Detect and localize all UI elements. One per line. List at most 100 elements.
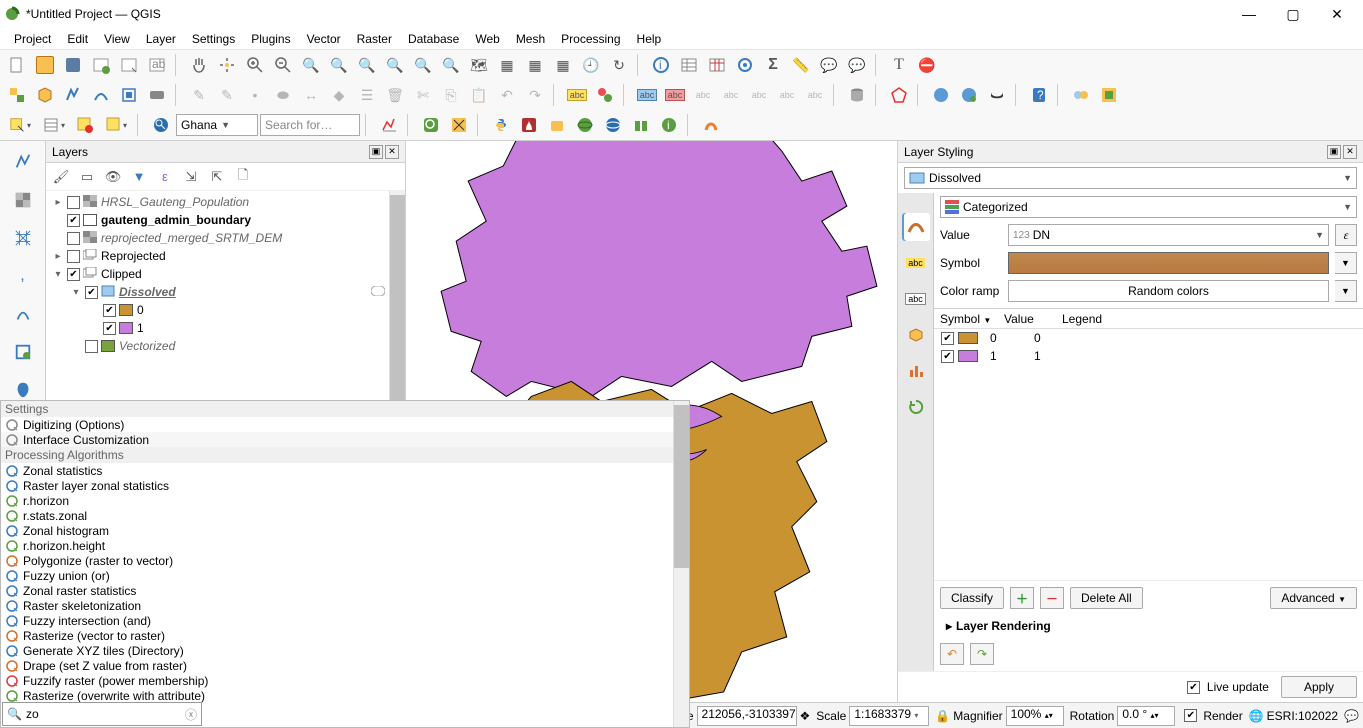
copy-icon[interactable]: ⎘: [438, 82, 464, 108]
paste-icon[interactable]: 📋: [466, 82, 492, 108]
menu-project[interactable]: Project: [6, 30, 59, 48]
crs-button[interactable]: 🌐 ESRI:102022: [1249, 709, 1338, 723]
menu-settings[interactable]: Settings: [184, 30, 243, 48]
label-props-icon[interactable]: abc: [802, 82, 828, 108]
globe-blue-icon[interactable]: [600, 112, 626, 138]
category-swatch-icon[interactable]: [958, 350, 978, 362]
country-combo[interactable]: Ghana▼: [176, 114, 258, 136]
new-shapefile-icon[interactable]: [60, 82, 86, 108]
styling-close-icon[interactable]: ✕: [1343, 145, 1357, 159]
orfeo-icon[interactable]: [544, 112, 570, 138]
modify-attrs-icon[interactable]: ☰: [354, 82, 380, 108]
add-mesh-icon[interactable]: [8, 223, 38, 253]
new-spatialite-icon[interactable]: [88, 82, 114, 108]
identify-plus-icon[interactable]: i: [656, 112, 682, 138]
3d-tab-icon[interactable]: [902, 321, 930, 349]
locator-result[interactable]: Raster skeletonization: [1, 598, 689, 613]
menu-layer[interactable]: Layer: [138, 30, 184, 48]
statistics-icon[interactable]: Σ: [760, 52, 786, 78]
category-row[interactable]: ✔00: [934, 329, 1363, 347]
locator-result[interactable]: Zonal statistics: [1, 463, 689, 478]
field-calc-icon[interactable]: [704, 52, 730, 78]
layer-tree-item[interactable]: reprojected_merged_SRTM_DEM: [46, 229, 405, 247]
layers-style-icon[interactable]: 🖌: [50, 166, 72, 188]
lock-icon[interactable]: 🔒: [935, 709, 950, 723]
topology-checker-icon[interactable]: [886, 82, 912, 108]
history-tab-icon[interactable]: [902, 393, 930, 421]
temporal-controller-icon[interactable]: 🕘: [578, 52, 604, 78]
rotation-input[interactable]: 0.0 ° ▴▾: [1117, 706, 1175, 726]
open-project-icon[interactable]: [32, 52, 58, 78]
style-manager-icon[interactable]: ab: [144, 52, 170, 78]
symbology-tab-icon[interactable]: [902, 213, 930, 241]
visibility-checkbox[interactable]: ✔: [103, 322, 116, 335]
save-project-icon[interactable]: [60, 52, 86, 78]
locator-result[interactable]: Drape (set Z value from raster): [1, 658, 689, 673]
col-symbol[interactable]: Symbol ▼: [934, 310, 998, 328]
symbol-menu-button[interactable]: ▼: [1335, 252, 1357, 274]
style-undo-button[interactable]: ↶: [940, 643, 964, 665]
metasearch2-icon[interactable]: [956, 82, 982, 108]
category-checkbox[interactable]: ✔: [941, 332, 954, 345]
menu-processing[interactable]: Processing: [553, 30, 628, 48]
locator-result[interactable]: Interface Customization: [1, 432, 689, 447]
remove-category-button[interactable]: －: [1040, 587, 1064, 609]
categories-table[interactable]: Symbol ▼ Value Legend ✔00✔11: [934, 308, 1363, 580]
locator-result[interactable]: Fuzzy union (or): [1, 568, 689, 583]
new-3d-view-icon[interactable]: ▦: [494, 52, 520, 78]
menu-edit[interactable]: Edit: [59, 30, 96, 48]
layers-collapse-icon[interactable]: ⇱: [206, 166, 228, 188]
add-category-button[interactable]: ＋: [1010, 587, 1034, 609]
locator-result[interactable]: r.horizon.height: [1, 538, 689, 553]
new-project-icon[interactable]: [4, 52, 30, 78]
menu-vector[interactable]: Vector: [299, 30, 349, 48]
expander-icon[interactable]: ▾: [52, 269, 64, 280]
no-action-icon[interactable]: ⛔: [914, 52, 940, 78]
visibility-checkbox[interactable]: ✔: [67, 214, 80, 227]
menu-web[interactable]: Web: [467, 30, 507, 48]
locator-result[interactable]: Zonal histogram: [1, 523, 689, 538]
locator-result[interactable]: Polygonize (raster to vector): [1, 553, 689, 568]
visibility-checkbox[interactable]: ✔: [85, 286, 98, 299]
annotation-icon[interactable]: 💬: [844, 52, 870, 78]
zoom-out-icon[interactable]: [270, 52, 296, 78]
symbol-button[interactable]: [1008, 252, 1329, 274]
new-map-view-icon[interactable]: 🗺: [466, 52, 492, 78]
layers-close-icon[interactable]: ✕: [385, 145, 399, 159]
select-by-value-icon[interactable]: ▾: [38, 112, 70, 138]
locator-result[interactable]: Rasterize (overwrite with attribute): [1, 688, 689, 703]
locator-result[interactable]: Fuzzy intersection (and): [1, 613, 689, 628]
layer-tree-item[interactable]: ▾✔Dissolved: [46, 283, 405, 301]
help-icon[interactable]: ?: [1026, 82, 1052, 108]
ramp-menu-button[interactable]: ▼: [1335, 280, 1357, 302]
text-annotation-icon[interactable]: T: [886, 52, 912, 78]
add-spatialite-icon[interactable]: [8, 299, 38, 329]
locator-scrollbar[interactable]: [673, 401, 689, 727]
visibility-checkbox[interactable]: ✔: [103, 304, 116, 317]
new-virtual-icon[interactable]: [116, 82, 142, 108]
layer-rendering-header[interactable]: ▸ Layer Rendering: [940, 615, 1357, 637]
apply-button[interactable]: Apply: [1281, 676, 1357, 698]
zoom-full-icon[interactable]: 🔍: [326, 52, 352, 78]
show-bookmarks-icon[interactable]: ▦: [550, 52, 576, 78]
layer-tree-item[interactable]: Vectorized: [46, 337, 405, 355]
delete-selected-icon[interactable]: 🗑: [382, 82, 408, 108]
locator-result[interactable]: Rasterize (vector to raster): [1, 628, 689, 643]
layers-filter-icon[interactable]: ▼: [128, 166, 150, 188]
visibility-checkbox[interactable]: ✔: [67, 268, 80, 281]
visibility-checkbox[interactable]: [67, 196, 80, 209]
plugin2-icon[interactable]: [1096, 82, 1122, 108]
ors-icon[interactable]: [698, 112, 724, 138]
layers-expand-icon[interactable]: ⇲: [180, 166, 202, 188]
label-pin-icon[interactable]: abc: [662, 82, 688, 108]
menu-plugins[interactable]: Plugins: [243, 30, 298, 48]
undo-icon[interactable]: ↶: [494, 82, 520, 108]
menu-database[interactable]: Database: [400, 30, 467, 48]
locator-result[interactable]: Raster layer zonal statistics: [1, 478, 689, 493]
menu-help[interactable]: Help: [629, 30, 670, 48]
open-attr-table-icon[interactable]: [676, 52, 702, 78]
layer-tree-item[interactable]: ▸HRSL_Gauteng_Population: [46, 193, 405, 211]
visibility-checkbox[interactable]: [67, 250, 80, 263]
classify-button[interactable]: Classify: [940, 587, 1004, 609]
josm-icon[interactable]: [446, 112, 472, 138]
